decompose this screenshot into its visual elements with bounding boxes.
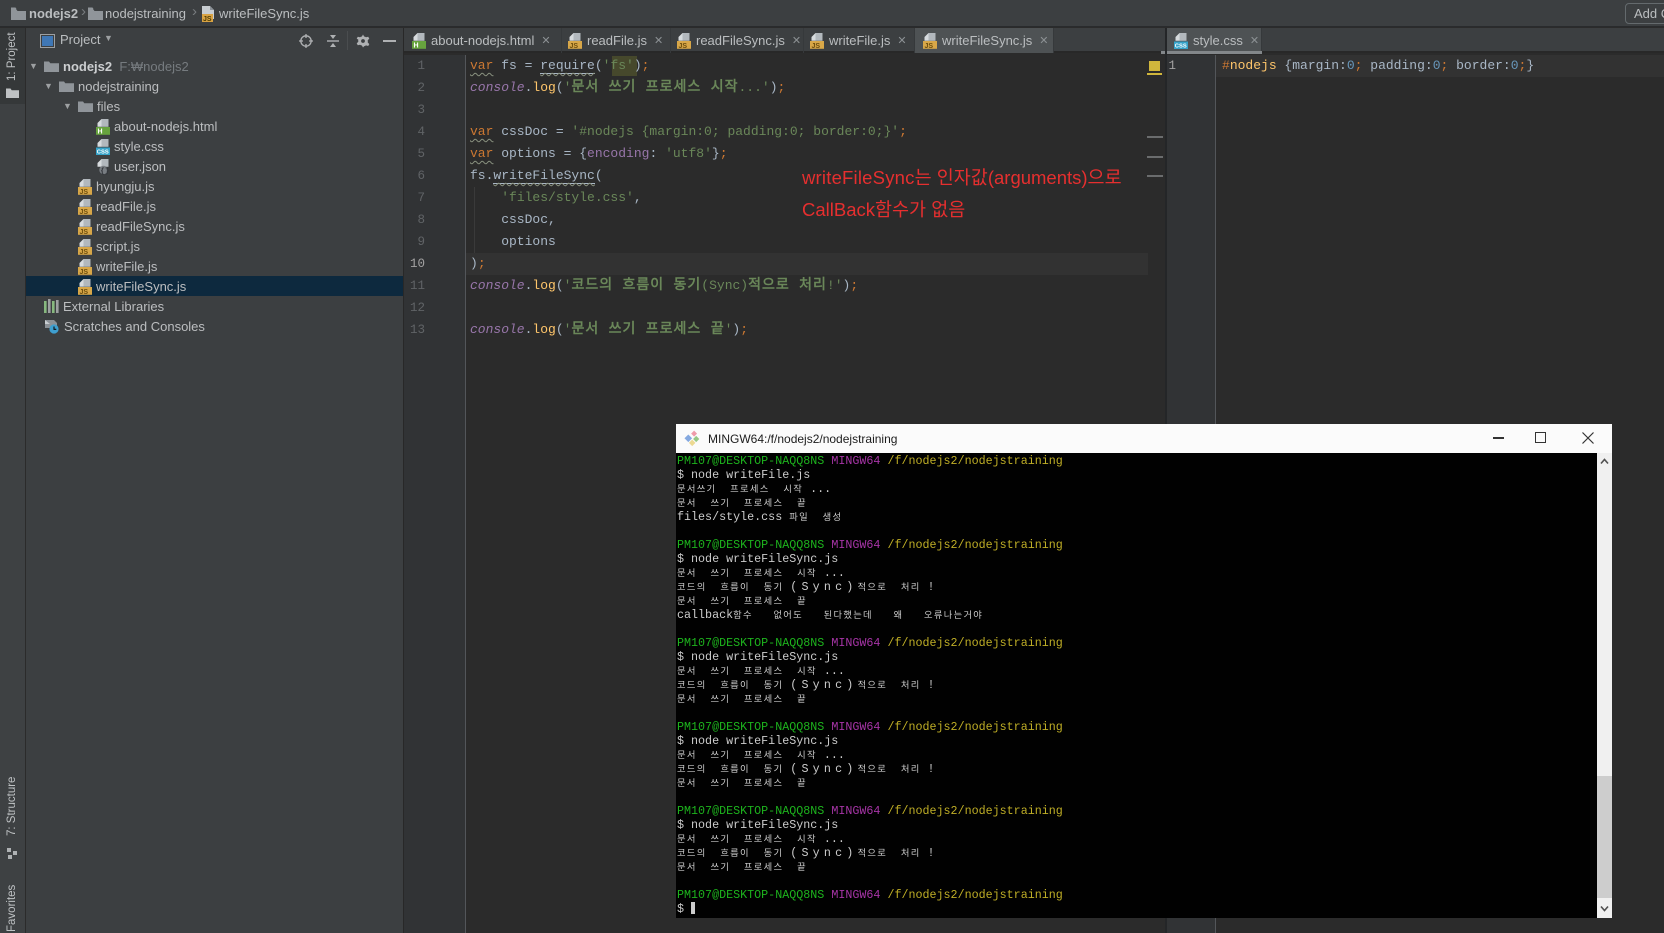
svg-text:JS: JS xyxy=(812,43,821,49)
svg-text:JS: JS xyxy=(80,188,89,194)
svg-text:H: H xyxy=(98,128,103,134)
svg-text:H: H xyxy=(414,43,419,49)
svg-text:JS: JS xyxy=(80,268,89,274)
svg-text:JS: JS xyxy=(203,16,212,22)
svg-text:CSS: CSS xyxy=(1175,44,1187,49)
svg-text:JS: JS xyxy=(80,288,89,294)
svg-text:JS: JS xyxy=(80,228,89,234)
svg-text:CSS: CSS xyxy=(97,149,109,154)
svg-text:{}: {} xyxy=(100,168,109,175)
svg-text:JS: JS xyxy=(570,43,579,49)
svg-text:JS: JS xyxy=(925,43,934,49)
svg-text:JS: JS xyxy=(80,208,89,214)
svg-text:JS: JS xyxy=(80,248,89,254)
svg-text:JS: JS xyxy=(679,43,688,49)
